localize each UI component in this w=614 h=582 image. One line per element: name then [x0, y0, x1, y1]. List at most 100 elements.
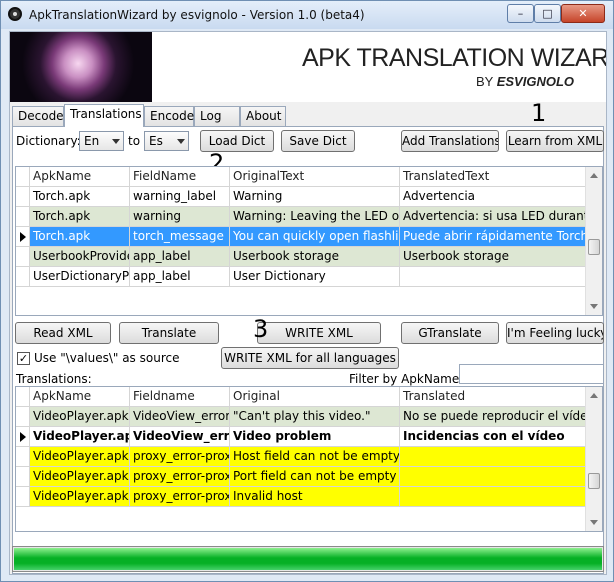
dict-grid-cell-original[interactable]: You can quickly open flashlight	[230, 227, 400, 247]
trans-grid-cell-original[interactable]: Host field can not be empty	[230, 447, 400, 467]
dict-grid-cell-apkname[interactable]: UserDictionaryProvider	[30, 267, 130, 287]
row-header[interactable]	[16, 267, 30, 287]
scroll-thumb[interactable]	[588, 239, 600, 255]
trans-grid-cell-translated[interactable]: No se puede reproducir el vídeo	[400, 407, 586, 427]
trans-grid-cell-apkname[interactable]: VideoPlayer.apk	[30, 487, 130, 507]
translations-grid[interactable]: ApkName Fieldname Original Translated Vi…	[15, 386, 603, 532]
row-header[interactable]	[16, 187, 30, 207]
row-header[interactable]	[16, 447, 30, 467]
read-xml-button[interactable]: Read XML	[15, 322, 111, 344]
trans-grid-cell-translated[interactable]	[400, 447, 586, 467]
row-header[interactable]	[16, 407, 30, 427]
column-header-fieldname[interactable]: FieldName	[130, 167, 230, 187]
tab-about[interactable]: About	[240, 106, 286, 126]
dict-grid-cell-fieldname[interactable]: warning_label	[130, 187, 230, 207]
dict-grid-cell-translated[interactable]: Puede abrir rápidamente Torch	[400, 227, 586, 247]
trans-grid-cell-fieldname[interactable]: VideoView_error_text	[130, 407, 230, 427]
column-header-translated[interactable]: Translated	[400, 387, 586, 407]
write-xml-all-languages-button[interactable]: WRITE XML for all languages	[221, 347, 399, 369]
dictionary-grid[interactable]: ApkName FieldName OriginalText Translate…	[15, 166, 603, 316]
trans-grid-row[interactable]: VideoPlayer.apkVideoView_error_titleVide…	[16, 427, 586, 447]
dict-grid-cell-translated[interactable]	[400, 267, 586, 287]
trans-grid-cell-fieldname[interactable]: proxy_error-proxy_port	[130, 467, 230, 487]
dict-grid-row[interactable]: Torch.apk warning Warning: Leaving the LED…	[16, 207, 586, 227]
dict-grid-cell-apkname[interactable]: Torch.apk	[30, 207, 130, 227]
trans-grid-cell-apkname[interactable]: VideoPlayer.apk	[30, 427, 130, 447]
translate-button[interactable]: Translate	[119, 322, 219, 344]
trans-grid-cell-fieldname[interactable]: proxy_error-proxy_host	[130, 447, 230, 467]
tab-translations[interactable]: Translations	[64, 104, 144, 127]
scroll-down-icon[interactable]	[590, 520, 598, 525]
dict-grid-row[interactable]: UserbookProvider app_label Userbook storag…	[16, 247, 586, 267]
column-header-originaltext[interactable]: OriginalText	[230, 167, 400, 187]
column-header-original[interactable]: Original	[230, 387, 400, 407]
dict-grid-cell-translated[interactable]: Userbook storage	[400, 247, 586, 267]
dict-grid-cell-apkname[interactable]: Torch.apk	[30, 227, 130, 247]
trans-grid-cell-translated[interactable]	[400, 467, 586, 487]
dict-grid-row[interactable]: UserDictionaryProviderapp_labelUser Dict…	[16, 267, 586, 287]
tab-encode[interactable]: Encode	[144, 106, 194, 126]
source-language-select[interactable]: En	[79, 131, 124, 151]
column-header-translatedtext[interactable]: TranslatedText	[400, 167, 586, 187]
column-header-apkname[interactable]: ApkName	[30, 167, 130, 187]
dictionary-grid-scrollbar[interactable]	[585, 167, 602, 315]
trans-grid-cell-apkname[interactable]: VideoPlayer.apk	[30, 447, 130, 467]
dict-grid-cell-fieldname[interactable]: app_label	[130, 247, 230, 267]
dict-grid-cell-fieldname[interactable]: torch_message	[130, 227, 230, 247]
dict-grid-cell-fieldname[interactable]: warning	[130, 207, 230, 227]
current-row-indicator-icon[interactable]	[16, 227, 30, 247]
tab-log[interactable]: Log	[194, 106, 240, 126]
use-values-source-label[interactable]: Use "\values\" as source	[34, 351, 179, 365]
gtranslate-button[interactable]: GTranslate	[401, 322, 499, 344]
trans-grid-row[interactable]: VideoPlayer.apkproxy_error-proxy_hostHos…	[16, 447, 586, 467]
trans-grid-cell-translated[interactable]: Incidencias con el vídeo	[400, 427, 586, 447]
minimize-button[interactable]: –	[507, 4, 534, 23]
dict-grid-cell-translated[interactable]: Advertencia: si usa LED durante mucho ti…	[400, 207, 586, 227]
save-dict-button[interactable]: Save Dict	[281, 130, 355, 152]
dict-grid-cell-original[interactable]: Warning	[230, 187, 400, 207]
close-button[interactable]: ✕	[561, 4, 605, 23]
row-header[interactable]	[16, 247, 30, 267]
current-row-indicator-icon[interactable]	[16, 427, 30, 447]
dict-grid-cell-original[interactable]: Warning: Leaving the LED on for long per…	[230, 207, 400, 227]
scroll-up-icon[interactable]	[590, 173, 598, 178]
trans-grid-cell-original[interactable]: "Can't play this video."	[230, 407, 400, 427]
filter-by-apkname-input[interactable]	[459, 364, 604, 384]
add-translations-button[interactable]: Add Translations	[401, 130, 499, 152]
row-header[interactable]	[16, 207, 30, 227]
learn-from-xml-button[interactable]: Learn from XML	[506, 130, 604, 152]
trans-grid-cell-original[interactable]: Video problem	[230, 427, 400, 447]
dict-grid-cell-apkname[interactable]: Torch.apk	[30, 187, 130, 207]
row-header[interactable]	[16, 467, 30, 487]
write-xml-button[interactable]: WRITE XML	[257, 322, 381, 344]
dict-grid-row[interactable]: Torch.apk torch_message You can quickly op…	[16, 227, 586, 247]
scroll-thumb[interactable]	[588, 473, 600, 489]
dict-grid-cell-translated[interactable]: Advertencia	[400, 187, 586, 207]
trans-grid-row[interactable]: VideoPlayer.apkVideoView_error_text"Can'…	[16, 407, 586, 427]
use-values-source-checkbox[interactable]: ✓	[17, 352, 30, 365]
column-header-fieldname[interactable]: Fieldname	[130, 387, 230, 407]
dict-grid-cell-original[interactable]: Userbook storage	[230, 247, 400, 267]
dict-grid-cell-apkname[interactable]: UserbookProvider	[30, 247, 130, 267]
column-header-apkname[interactable]: ApkName	[30, 387, 130, 407]
tab-decode[interactable]: Decode	[12, 106, 64, 126]
translations-grid-scrollbar[interactable]	[585, 387, 602, 531]
trans-grid-cell-translated[interactable]	[400, 487, 586, 507]
target-language-select[interactable]: Es	[144, 131, 189, 151]
trans-grid-cell-fieldname[interactable]: proxy_error-proxy_invalid	[130, 487, 230, 507]
maximize-button[interactable]: □	[534, 4, 561, 23]
scroll-up-icon[interactable]	[590, 393, 598, 398]
trans-grid-cell-original[interactable]: Invalid host	[230, 487, 400, 507]
dict-grid-cell-fieldname[interactable]: app_label	[130, 267, 230, 287]
trans-grid-cell-apkname[interactable]: VideoPlayer.apk	[30, 407, 130, 427]
row-header[interactable]	[16, 487, 30, 507]
scroll-down-icon[interactable]	[590, 304, 598, 309]
trans-grid-row[interactable]: VideoPlayer.apkproxy_error-proxy_portPor…	[16, 467, 586, 487]
title-bar[interactable]: ApkTranslationWizard by esvignolo - Vers…	[1, 1, 613, 29]
dict-grid-cell-original[interactable]: User Dictionary	[230, 267, 400, 287]
dict-grid-row[interactable]: Torch.apk warning_label Warning Advertencia	[16, 187, 586, 207]
trans-grid-row[interactable]: VideoPlayer.apkproxy_error-proxy_invalid…	[16, 487, 586, 507]
trans-grid-cell-fieldname[interactable]: VideoView_error_title	[130, 427, 230, 447]
trans-grid-cell-original[interactable]: Port field can not be empty	[230, 467, 400, 487]
feeling-lucky-button[interactable]: I'm Feeling lucky	[506, 322, 604, 344]
